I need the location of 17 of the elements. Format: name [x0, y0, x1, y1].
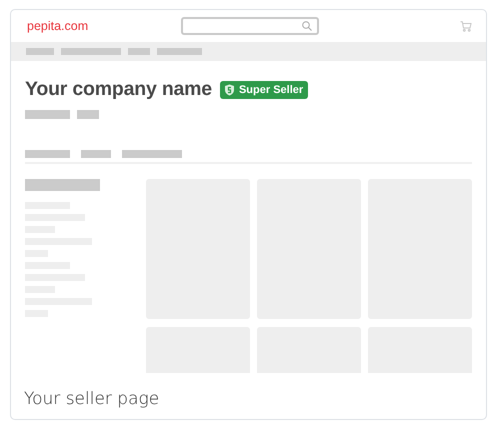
placeholder-bar: [26, 48, 54, 55]
company-name: Your company name: [25, 78, 212, 101]
placeholder-bar: [25, 150, 70, 158]
shield-icon: [224, 84, 235, 96]
search-icon: [302, 21, 312, 31]
placeholder-bar: [157, 48, 202, 55]
placeholder-bar: [122, 150, 182, 158]
search-field[interactable]: [181, 17, 319, 35]
placeholder-bar: [25, 110, 70, 119]
caption: Your seller page: [24, 389, 160, 409]
placeholder-bar: [77, 110, 99, 119]
super-seller-badge: Super Seller: [220, 80, 308, 98]
site-logo[interactable]: pepita.com: [27, 19, 181, 33]
placeholder-bar: [61, 48, 121, 55]
placeholder-bar: [128, 48, 150, 55]
cart-icon[interactable]: [460, 20, 472, 32]
placeholder-bar: [81, 150, 111, 158]
